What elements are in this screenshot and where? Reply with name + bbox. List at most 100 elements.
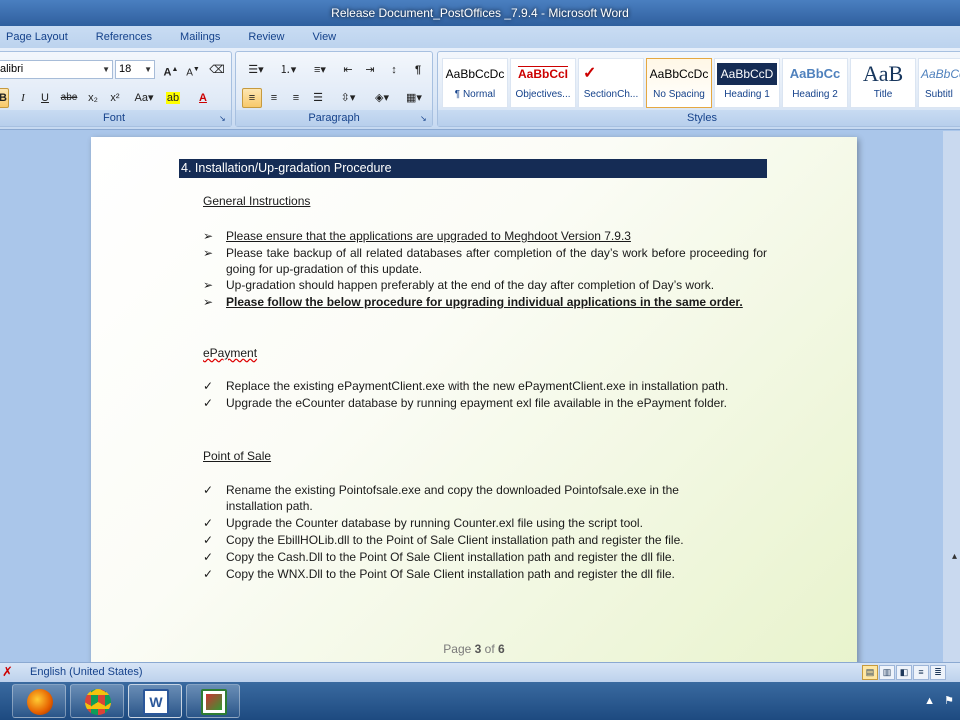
print-layout-button[interactable]: ▤	[862, 665, 878, 680]
list-item: ✓ Copy the EbillHOLib.dll to the Point o…	[203, 532, 767, 548]
page-prefix: Page	[443, 642, 472, 656]
document-page[interactable]: 4. Installation/Up-gradation Procedure G…	[91, 137, 857, 662]
document-area[interactable]: 4. Installation/Up-gradation Procedure G…	[0, 131, 960, 662]
list-item: ✓ Upgrade the Counter database by runnin…	[203, 515, 767, 531]
font-size-box[interactable]: 18 ▼	[115, 60, 155, 79]
section-heading: 4. Installation/Up-gradation Procedure	[179, 159, 767, 178]
subscript-button[interactable]: x₂	[83, 88, 103, 108]
status-language[interactable]: English (United States)	[30, 666, 143, 678]
firefox-taskbar-button[interactable]	[12, 684, 66, 718]
proofing-error-icon[interactable]: ✗	[2, 664, 13, 680]
bold-button[interactable]: B	[0, 88, 9, 108]
style-name: No Spacing	[653, 89, 705, 100]
style-sample: AaBbCc	[789, 66, 841, 81]
full-screen-reading-button[interactable]: ▥	[879, 665, 895, 680]
style-objectives[interactable]: AaBbCcI Objectives...	[510, 58, 576, 108]
style-sectionch[interactable]: ✓ SectionCh...	[578, 58, 644, 108]
superscript-button[interactable]: x²	[105, 88, 125, 108]
ribbon: alibri ▼ 18 ▼ A▲ A▼ ⌫ B I U abe x₂ x² Aa…	[0, 48, 960, 130]
dialog-launcher-icon[interactable]: ↘	[219, 114, 228, 123]
list-item-text: Copy the EbillHOLib.dll to the Point of …	[226, 533, 684, 547]
style-title[interactable]: AaB Title	[850, 58, 916, 108]
firefox-icon	[27, 689, 53, 715]
scroll-up-icon[interactable]: ▴	[952, 551, 957, 562]
dialog-launcher-icon[interactable]: ↘	[420, 114, 429, 123]
media-taskbar-button[interactable]	[186, 684, 240, 718]
tab-page-layout[interactable]: Page Layout	[0, 31, 82, 43]
font-name-box[interactable]: alibri ▼	[0, 60, 113, 79]
list-item: ✓ Rename the existing Pointofsale.exe an…	[203, 482, 767, 514]
tab-review[interactable]: Review	[234, 31, 298, 43]
chrome-taskbar-button[interactable]	[70, 684, 124, 718]
font-size-value: 18	[119, 63, 132, 75]
list-item-text: Please take backup of all related databa…	[226, 246, 767, 276]
vertical-scrollbar[interactable]: ▴	[943, 131, 960, 662]
increase-indent-button[interactable]: ⇥	[360, 60, 380, 80]
align-left-button[interactable]: ≡	[242, 88, 262, 108]
grow-font-button[interactable]: A▲	[161, 60, 181, 80]
window-title: Release Document_PostOffices _7.9.4 - Mi…	[0, 0, 960, 26]
style-name: Title	[873, 89, 893, 100]
styles-group: AaBbCcDc ¶ Normal AaBbCcI Objectives... …	[437, 51, 960, 127]
style-heading-1[interactable]: AaBbCcD Heading 1	[714, 58, 780, 108]
arrow-bullet-icon: ➢	[203, 295, 214, 309]
sort-button[interactable]: ↕	[384, 60, 404, 80]
italic-button[interactable]: I	[13, 88, 33, 108]
check-bullet-icon: ✓	[203, 567, 214, 581]
chevron-down-icon[interactable]: ▼	[102, 61, 110, 78]
font-name-value: alibri	[0, 63, 24, 75]
list-item-text: Upgrade the eCounter database by running…	[226, 396, 727, 410]
draft-button[interactable]: ≣	[930, 665, 946, 680]
shrink-font-button[interactable]: A▼	[183, 60, 203, 80]
page-number: Page 3 of 6	[91, 642, 857, 656]
style-sample: AaBbCcI	[517, 67, 568, 81]
strikethrough-button[interactable]: abe	[59, 88, 79, 108]
check-bullet-icon: ✓	[203, 483, 214, 497]
bullets-button[interactable]: ☰▾	[242, 60, 270, 80]
list-item: ➢ Up-gradation should happen preferably …	[203, 277, 767, 293]
list-item-text: Up-gradation should happen preferably at…	[226, 278, 715, 292]
shading-button[interactable]: ◈▾	[368, 88, 396, 108]
tab-references[interactable]: References	[82, 31, 166, 43]
multilevel-list-button[interactable]: ≡▾	[306, 60, 334, 80]
check-bullet-icon: ✓	[203, 396, 214, 410]
paragraph-group: ☰▾ ⒈▾ ≡▾ ⇤ ⇥ ↕ ¶ ≡ ≡ ≡ ☰ ⇳▾ ◈▾ ▦▾ Paragr…	[235, 51, 433, 127]
clear-format-button[interactable]: ⌫	[207, 60, 227, 80]
word-taskbar-button[interactable]: W	[128, 684, 182, 718]
decrease-indent-button[interactable]: ⇤	[338, 60, 358, 80]
style-sample: AaBbCcDc	[649, 67, 709, 81]
borders-button[interactable]: ▦▾	[400, 88, 428, 108]
page-of: of	[484, 642, 495, 656]
tray-icons[interactable]: ▲ ⚑	[924, 694, 954, 707]
ribbon-tabs: Page Layout References Mailings Review V…	[0, 26, 960, 48]
styles-group-label: Styles	[438, 110, 960, 126]
line-spacing-button[interactable]: ⇳▾	[334, 88, 362, 108]
tab-mailings[interactable]: Mailings	[166, 31, 234, 43]
underline-button[interactable]: U	[35, 88, 55, 108]
show-marks-button[interactable]: ¶	[408, 60, 428, 80]
check-bullet-icon: ✓	[203, 379, 214, 393]
arrow-bullet-icon: ➢	[203, 246, 214, 260]
outline-button[interactable]: ≡	[913, 665, 929, 680]
chevron-down-icon[interactable]: ▼	[144, 61, 152, 78]
font-color-button[interactable]: A	[193, 88, 213, 108]
style-normal[interactable]: AaBbCcDc ¶ Normal	[442, 58, 508, 108]
numbering-button[interactable]: ⒈▾	[274, 60, 302, 80]
justify-button[interactable]: ☰	[308, 88, 328, 108]
web-layout-button[interactable]: ◧	[896, 665, 912, 680]
align-center-button[interactable]: ≡	[264, 88, 284, 108]
style-sample: AaBbCcD	[717, 63, 777, 85]
list-item-text: Upgrade the Counter database by running …	[226, 516, 643, 530]
word-icon: W	[143, 689, 169, 715]
change-case-button[interactable]: Aa▾	[131, 88, 157, 108]
style-sample: AaBbCc	[921, 67, 960, 81]
check-bullet-icon: ✓	[203, 516, 214, 530]
highlight-button[interactable]: ab	[163, 88, 183, 108]
style-no-spacing[interactable]: AaBbCcDc No Spacing	[646, 58, 712, 108]
align-right-button[interactable]: ≡	[286, 88, 306, 108]
tab-view[interactable]: View	[298, 31, 350, 43]
list-item: ✓ Copy the WNX.Dll to the Point Of Sale …	[203, 566, 767, 582]
style-name: Heading 2	[792, 89, 838, 100]
style-heading-2[interactable]: AaBbCc Heading 2	[782, 58, 848, 108]
style-subtitle[interactable]: AaBbCc Subtitl	[918, 58, 960, 108]
